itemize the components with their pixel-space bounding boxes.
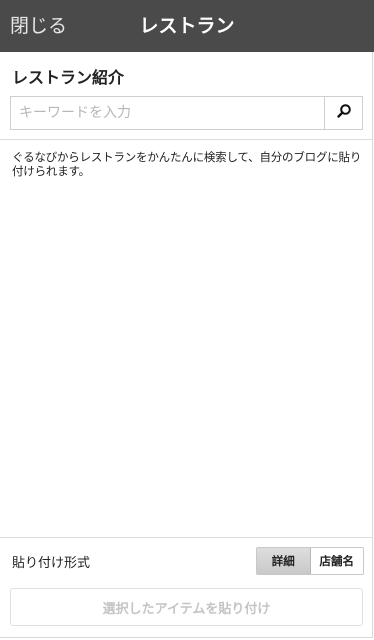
format-option-store-name[interactable]: 店舗名 — [310, 548, 363, 574]
section-title: レストラン紹介 — [12, 68, 125, 87]
restaurant-panel: レストラン紹介 ぐるなびからレストランをかんたんに検索して、自分のブログに貼り付… — [0, 52, 373, 638]
divider — [0, 139, 373, 140]
format-option-detail[interactable]: 詳細 — [257, 548, 311, 574]
divider — [0, 537, 373, 538]
page-title: レストラン — [139, 15, 235, 37]
search-icon — [336, 103, 352, 123]
search-input[interactable] — [11, 97, 325, 129]
restaurant-app: 閉じる レストラン レストラン紹介 ぐるなびからレストランをかんたんに検索して、… — [0, 0, 374, 640]
paste-format-toggle: 詳細 店舗名 — [256, 547, 364, 575]
top-bar: 閉じる レストラン — [0, 0, 374, 52]
search-button[interactable] — [324, 97, 362, 129]
paste-format-label: 貼り付け形式 — [12, 556, 91, 571]
search-bar — [10, 96, 363, 130]
description-text: ぐるなびからレストランをかんたんに検索して、自分のブログに貼り付けられます。 — [12, 150, 362, 178]
paste-selected-button[interactable]: 選択したアイテムを貼り付け — [10, 588, 363, 626]
